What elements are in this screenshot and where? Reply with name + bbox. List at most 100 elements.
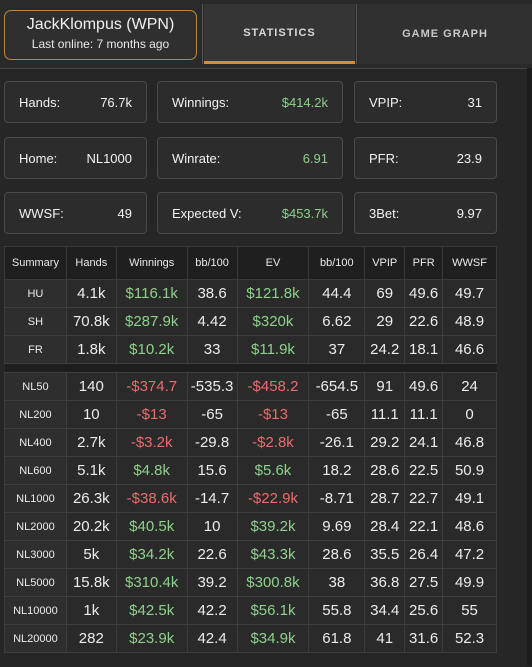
column-header[interactable]: Hands bbox=[65, 246, 117, 280]
tab-game-graph[interactable]: GAME GRAPH bbox=[358, 4, 532, 64]
stat-label: Winnings: bbox=[172, 95, 230, 110]
table-row[interactable]: NL10000 1k $42.5k 42.2 $56.1k 55.8 34.4 25.6 55 bbox=[4, 596, 497, 625]
table-cell: 33 bbox=[186, 335, 238, 364]
table-row[interactable]: NL3000 5k $34.2k 22.6 $43.3k 28.6 35.5 26.4 47.2 bbox=[4, 540, 497, 569]
table-row[interactable]: FR 1.8k $10.2k 33 $11.9k 37 24.2 18.1 46.6 bbox=[4, 335, 497, 364]
table-cell: 28.6 bbox=[364, 456, 406, 485]
table-row[interactable]: NL50 140 -$374.7 -535.3 -$458.2 -654.5 91 49.6 2… bbox=[4, 372, 497, 401]
table-cell: 49.9 bbox=[442, 568, 497, 597]
table-cell: $310.4k bbox=[115, 568, 188, 597]
table-row[interactable]: SH 70.8k $287.9k 4.42 $320k 6.62 29 22.6 48.9 bbox=[4, 307, 497, 336]
table-cell: $11.9k bbox=[236, 335, 310, 364]
table-cell: -$374.7 bbox=[115, 372, 188, 401]
table-cell: $23.9k bbox=[115, 624, 188, 653]
table-cell: 49.1 bbox=[442, 484, 497, 513]
table-cell: -$22.9k bbox=[236, 484, 310, 513]
table-row[interactable]: NL2000 20.2k $40.5k 10 $39.2k 9.69 28.4 22.1 48.… bbox=[4, 512, 497, 541]
tab-statistics[interactable]: STATISTICS bbox=[204, 4, 355, 64]
scrollbar[interactable] bbox=[527, 68, 532, 666]
column-header[interactable]: Summary bbox=[4, 246, 67, 280]
table-cell: 69 bbox=[364, 279, 406, 308]
table-cell: $116.1k bbox=[115, 279, 188, 308]
table-cell: 11.1 bbox=[404, 400, 444, 429]
table-cell: -$13 bbox=[236, 400, 310, 429]
table-cell: 31.6 bbox=[404, 624, 444, 653]
table-cell: 0 bbox=[442, 400, 497, 429]
table-cell: 28.7 bbox=[364, 484, 406, 513]
table-cell: 46.6 bbox=[442, 335, 497, 364]
stat-expected-value: Expected V: $453.7k bbox=[157, 192, 343, 234]
column-header[interactable]: PFR bbox=[404, 246, 444, 280]
table-cell: 48.6 bbox=[442, 512, 497, 541]
column-header[interactable]: WWSF bbox=[442, 246, 497, 280]
table-cell: 38.6 bbox=[186, 279, 238, 308]
table-cell: 29 bbox=[364, 307, 406, 336]
table-cell: -65 bbox=[308, 400, 366, 429]
table-cell: 4.1k bbox=[65, 279, 117, 308]
table-cell: 15.6 bbox=[186, 456, 238, 485]
column-header[interactable]: Winnings bbox=[115, 246, 188, 280]
table-cell: $121.8k bbox=[236, 279, 310, 308]
stat-vpip: VPIP: 31 bbox=[354, 81, 497, 123]
table-cell: 140 bbox=[65, 372, 117, 401]
stat-label: 3Bet: bbox=[369, 206, 400, 221]
stat-pfr: PFR: 23.9 bbox=[354, 137, 497, 179]
table-row[interactable]: HU 4.1k $116.1k 38.6 $121.8k 44.4 69 49.6 49.7 bbox=[4, 279, 497, 308]
player-name: JackKlompus (WPN) bbox=[26, 16, 175, 33]
row-label: NL20000 bbox=[4, 624, 67, 653]
row-label: NL600 bbox=[4, 456, 67, 485]
table-cell: 52.3 bbox=[442, 624, 497, 653]
table-cell: $4.8k bbox=[115, 456, 188, 485]
table-cell: $43.3k bbox=[236, 540, 310, 569]
table-cell: 22.6 bbox=[404, 307, 444, 336]
row-label: NL1000 bbox=[4, 484, 67, 513]
table-cell: -8.71 bbox=[308, 484, 366, 513]
column-header[interactable]: EV bbox=[236, 246, 310, 280]
table-cell: 11.1 bbox=[364, 400, 406, 429]
table-cell: 55.8 bbox=[308, 596, 366, 625]
table-row[interactable]: NL5000 15.8k $310.4k 39.2 $300.8k 38 36.8 27.5 4… bbox=[4, 568, 497, 597]
table-row[interactable]: NL20000 282 $23.9k 42.4 $34.9k 61.8 41 31.6 52.3 bbox=[4, 624, 497, 653]
table-cell: 48.9 bbox=[442, 307, 497, 336]
table-cell: -14.7 bbox=[186, 484, 238, 513]
table-cell: 91 bbox=[364, 372, 406, 401]
stat-label: Home: bbox=[19, 151, 58, 166]
table-cell: $287.9k bbox=[115, 307, 188, 336]
row-label: NL3000 bbox=[4, 540, 67, 569]
table-cell: 282 bbox=[65, 624, 117, 653]
stat-label: Hands: bbox=[19, 95, 61, 110]
table-cell: 70.8k bbox=[65, 307, 117, 336]
table-row[interactable]: NL200 10 -$13 -65 -$13 -65 11.1 11.1 0 bbox=[4, 400, 497, 429]
table-cell: 22.1 bbox=[404, 512, 444, 541]
table-cell: -29.8 bbox=[186, 428, 238, 457]
separator-cell bbox=[237, 363, 309, 373]
table-cell: 24 bbox=[442, 372, 497, 401]
row-label: NL50 bbox=[4, 372, 67, 401]
table-cell: 47.2 bbox=[442, 540, 497, 569]
table-cell: -$458.2 bbox=[236, 372, 310, 401]
stat-label: WWSF: bbox=[19, 206, 64, 221]
stat-label: Winrate: bbox=[172, 151, 221, 166]
stat-wwsf: WWSF: 49 bbox=[4, 192, 147, 234]
table-cell: $39.2k bbox=[236, 512, 310, 541]
row-label: NL10000 bbox=[4, 596, 67, 625]
table-cell: -$13 bbox=[115, 400, 188, 429]
stat-home: Home: NL1000 bbox=[4, 137, 147, 179]
table-cell: 55 bbox=[442, 596, 497, 625]
stat-winnings: Winnings: $414.2k bbox=[157, 81, 343, 123]
top-bar: JackKlompus (WPN) Last online: 7 months … bbox=[0, 0, 532, 68]
table-cell: 6.62 bbox=[308, 307, 366, 336]
table-row[interactable]: NL1000 26.3k -$38.6k -14.7 -$22.9k -8.71 28.7 2… bbox=[4, 484, 497, 513]
column-header[interactable]: bb/100 bbox=[186, 246, 238, 280]
table-row[interactable]: NL400 2.7k -$3.2k -29.8 -$2.8k -26.1 29.2 24.1 4… bbox=[4, 428, 497, 457]
table-cell: 22.6 bbox=[186, 540, 238, 569]
table-cell: -$3.2k bbox=[115, 428, 188, 457]
table-cell: -535.3 bbox=[186, 372, 238, 401]
table-row[interactable]: NL600 5.1k $4.8k 15.6 $5.6k 18.2 28.6 22.5 50.9 bbox=[4, 456, 497, 485]
column-header[interactable]: VPIP bbox=[364, 246, 406, 280]
column-header[interactable]: bb/100 bbox=[308, 246, 366, 280]
player-card[interactable]: JackKlompus (WPN) Last online: 7 months … bbox=[4, 10, 197, 60]
table-cell: $34.9k bbox=[236, 624, 310, 653]
table-cell: 42.4 bbox=[186, 624, 238, 653]
separator-cell bbox=[116, 363, 188, 373]
